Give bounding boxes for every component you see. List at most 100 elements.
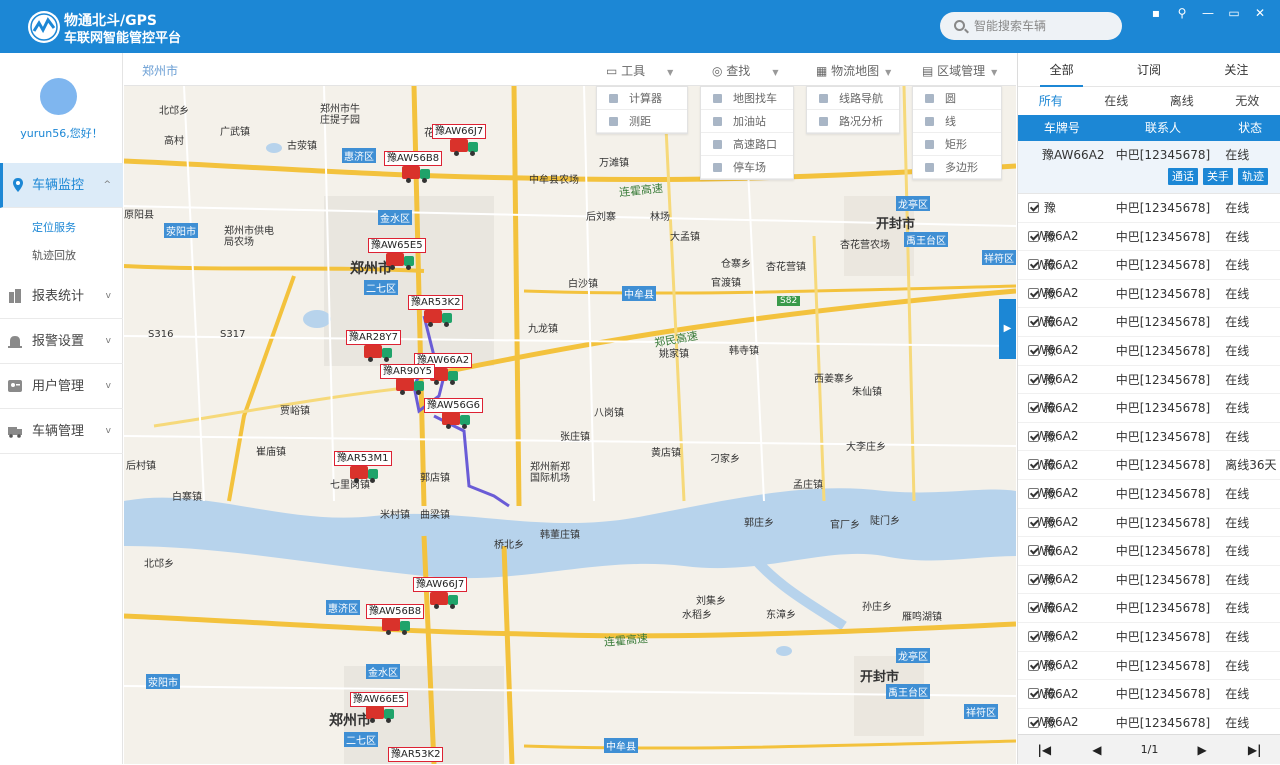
sidebar-item-reports[interactable]: 报表统计 v: [0, 274, 123, 319]
sidebar-subitem-track-playback[interactable]: 轨迹回放: [0, 242, 123, 270]
close-icon[interactable]: ✕: [1254, 7, 1266, 19]
table-row[interactable]: 豫AW66A2中巴[12345678]在线: [1018, 223, 1280, 252]
sidebar-item-user-management[interactable]: 用户管理 v: [0, 364, 123, 409]
vehicle-label[interactable]: 豫AR28Y7: [346, 330, 401, 345]
selected-vehicle-row[interactable]: 豫AW66A2 中巴[12345678] 在线 通话 关手 轨迹: [1018, 141, 1280, 194]
last-page-button[interactable]: ▶|: [1228, 743, 1280, 757]
menu-item-measure[interactable]: 测距: [597, 110, 687, 133]
row-checkbox[interactable]: [1028, 288, 1039, 299]
track-button[interactable]: 轨迹: [1238, 168, 1268, 185]
tab-all[interactable]: 全部: [1018, 53, 1105, 86]
table-row[interactable]: 豫AW66A2中巴[12345678]在线: [1018, 652, 1280, 681]
sidebar-item-vehicle-monitor[interactable]: 车辆监控 ^: [0, 163, 123, 208]
sidebar-item-alarm-settings[interactable]: 报警设置 v: [0, 319, 123, 364]
table-row[interactable]: 豫AW66A2中巴[12345678]在线: [1018, 680, 1280, 709]
truck-icon[interactable]: [386, 253, 416, 269]
row-checkbox[interactable]: [1028, 717, 1039, 728]
user-menu-icon[interactable]: ⚲: [1176, 7, 1188, 19]
next-page-button[interactable]: ▶: [1176, 743, 1229, 757]
table-row[interactable]: 豫AW66A2中巴[12345678]在线: [1018, 308, 1280, 337]
menu-item-line[interactable]: 线: [913, 110, 1001, 133]
table-row[interactable]: 豫AW66A2中巴[12345678]在线: [1018, 194, 1280, 223]
close-hand-button[interactable]: 关手: [1203, 168, 1233, 185]
vehicle-label[interactable]: 豫AW56G6: [424, 398, 483, 413]
menu-item-rectangle[interactable]: 矩形: [913, 133, 1001, 156]
tool-menu-area-management[interactable]: ▤ 区域管理▼: [922, 62, 997, 79]
row-checkbox[interactable]: [1028, 488, 1039, 499]
prev-page-button[interactable]: ◀: [1071, 743, 1124, 757]
vehicle-label[interactable]: 豫AR53K2: [388, 747, 443, 762]
sidebar-item-vehicle-management[interactable]: 车辆管理 v: [0, 409, 123, 454]
truck-icon[interactable]: [350, 466, 380, 482]
row-checkbox[interactable]: [1028, 574, 1039, 585]
avatar[interactable]: [40, 78, 77, 115]
menu-item-polygon[interactable]: 多边形: [913, 156, 1001, 179]
table-row[interactable]: 豫AW66A2中巴[12345678]在线: [1018, 394, 1280, 423]
table-row[interactable]: 豫AW66A2中巴[12345678]在线: [1018, 280, 1280, 309]
table-row[interactable]: 豫AW66A2中巴[12345678]在线: [1018, 709, 1280, 738]
row-checkbox[interactable]: [1028, 402, 1039, 413]
table-row[interactable]: 豫AW66A2中巴[12345678]在线: [1018, 537, 1280, 566]
tool-menu-logistics-map[interactable]: ▦ 物流地图▼: [816, 62, 891, 79]
tool-menu-tools[interactable]: ▭ 工具▼: [606, 62, 673, 79]
vehicle-search-input[interactable]: 智能搜索车辆: [940, 12, 1122, 40]
menu-item-gas-station[interactable]: 加油站: [701, 110, 793, 133]
truck-icon[interactable]: [364, 345, 394, 361]
row-checkbox[interactable]: [1028, 517, 1039, 528]
table-row[interactable]: 豫AW66A2中巴[12345678]在线: [1018, 509, 1280, 538]
first-page-button[interactable]: |◀: [1018, 743, 1071, 757]
table-row[interactable]: 豫AW66A2中巴[12345678]在线: [1018, 623, 1280, 652]
truck-icon[interactable]: [366, 706, 396, 722]
vehicle-label[interactable]: 豫AW66E5: [350, 692, 408, 707]
minimize-icon[interactable]: —: [1202, 7, 1214, 19]
tab-subscribed[interactable]: 订阅: [1105, 53, 1192, 86]
panel-collapse-toggle[interactable]: ▶: [999, 299, 1016, 359]
sidebar-subitem-location-service[interactable]: 定位服务: [0, 214, 123, 242]
vehicle-label[interactable]: 豫AW65E5: [368, 238, 426, 253]
shirt-icon[interactable]: ▪: [1150, 7, 1162, 19]
truck-icon[interactable]: [430, 592, 460, 608]
menu-item-highway-exit[interactable]: 高速路口: [701, 133, 793, 156]
table-row[interactable]: 豫AW66A2中巴[12345678]在线: [1018, 251, 1280, 280]
truck-icon[interactable]: [382, 618, 412, 634]
table-row[interactable]: 豫AW66A2中巴[12345678]在线: [1018, 480, 1280, 509]
vehicle-label[interactable]: 豫AW66J7: [432, 124, 486, 139]
current-city[interactable]: 郑州市: [142, 62, 178, 79]
truck-icon[interactable]: [450, 139, 480, 155]
maximize-icon[interactable]: ▭: [1228, 7, 1240, 19]
vehicle-label[interactable]: 豫AR53K2: [408, 295, 463, 310]
truck-icon[interactable]: [396, 378, 426, 394]
menu-item-parking[interactable]: 停车场: [701, 156, 793, 179]
menu-item-calculator[interactable]: 计算器: [597, 87, 687, 110]
table-row[interactable]: 豫AW66A2中巴[12345678]在线: [1018, 594, 1280, 623]
row-checkbox[interactable]: [1028, 259, 1039, 270]
truck-icon[interactable]: [442, 412, 472, 428]
vehicle-label[interactable]: 豫AW56B8: [366, 604, 424, 619]
filter-all[interactable]: 所有: [1018, 87, 1084, 115]
menu-item-route-navigation[interactable]: 线路导航: [807, 87, 899, 110]
truck-icon[interactable]: [402, 166, 432, 182]
tab-followed[interactable]: 关注: [1193, 53, 1280, 86]
row-checkbox[interactable]: [1028, 459, 1039, 470]
row-checkbox[interactable]: [1028, 431, 1039, 442]
map-canvas[interactable]: 北邙乡 古荥镇 惠济区 郑州市牛庄提子园 高村 广武镇 花园口镇 万滩镇 中牟县…: [124, 86, 1016, 764]
row-checkbox[interactable]: [1028, 545, 1039, 556]
row-checkbox[interactable]: [1028, 688, 1039, 699]
call-button[interactable]: 通话: [1168, 168, 1198, 185]
row-checkbox[interactable]: [1028, 602, 1039, 613]
row-checkbox[interactable]: [1028, 660, 1039, 671]
menu-item-find-vehicle[interactable]: 地图找车: [701, 87, 793, 110]
row-checkbox[interactable]: [1028, 231, 1039, 242]
tool-menu-find[interactable]: ◎ 查找▼: [712, 62, 778, 79]
table-row[interactable]: 豫AW66A2中巴[12345678]在线: [1018, 423, 1280, 452]
table-row[interactable]: 豫AW66A2中巴[12345678]在线: [1018, 337, 1280, 366]
menu-item-circle[interactable]: 圆: [913, 87, 1001, 110]
filter-offline[interactable]: 离线: [1149, 87, 1215, 115]
vehicle-label[interactable]: 豫AW66J7: [413, 577, 467, 592]
vehicle-label[interactable]: 豫AR90Y5: [380, 364, 435, 379]
filter-online[interactable]: 在线: [1084, 87, 1150, 115]
truck-icon[interactable]: [424, 310, 454, 326]
table-row[interactable]: 豫AW66A2中巴[12345678]在线: [1018, 366, 1280, 395]
row-checkbox[interactable]: [1028, 631, 1039, 642]
table-row[interactable]: 豫AW66A2中巴[12345678]离线36天: [1018, 451, 1280, 480]
